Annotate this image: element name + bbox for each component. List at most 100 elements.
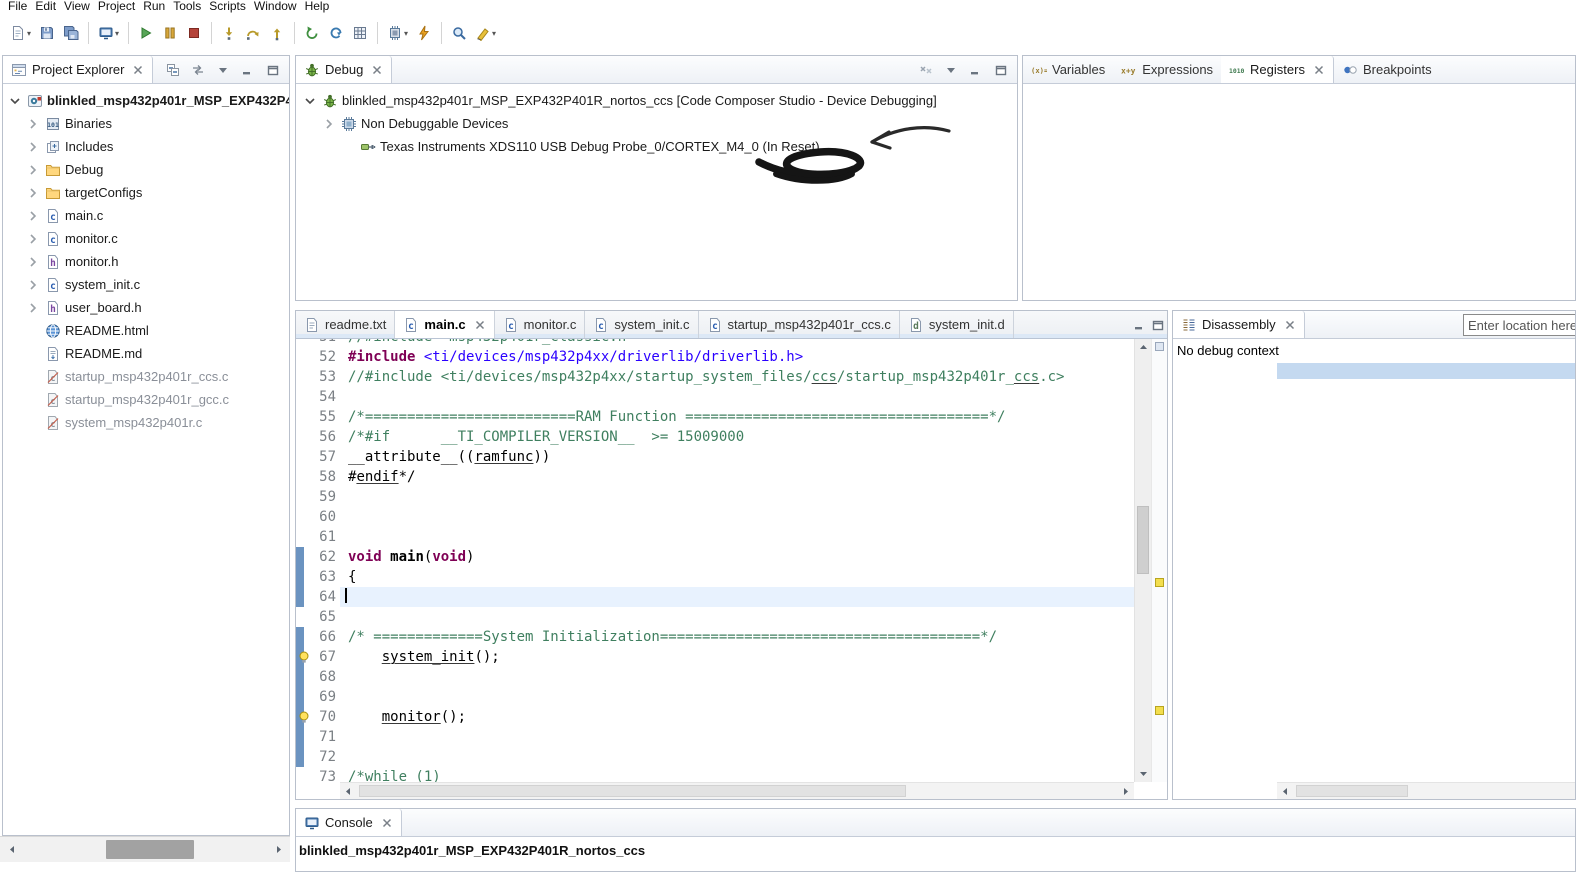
menu-view[interactable]: View xyxy=(64,0,98,13)
chevron-expanded-icon[interactable] xyxy=(7,93,23,109)
chevron-collapsed-icon[interactable] xyxy=(25,300,41,316)
suspend-button[interactable] xyxy=(158,21,182,45)
step-into-button[interactable] xyxy=(217,21,241,45)
code-line-67[interactable]: 67 system_init(); xyxy=(296,647,1134,667)
tree-item-debug[interactable]: Debug xyxy=(3,158,289,181)
close-icon[interactable] xyxy=(1284,319,1296,331)
code-line-59[interactable]: 59 xyxy=(296,487,1134,507)
chevron-collapsed-icon[interactable] xyxy=(25,185,41,201)
chevron-collapsed-icon[interactable] xyxy=(25,231,41,247)
menu-help[interactable]: Help xyxy=(305,0,338,13)
menu-file[interactable]: File xyxy=(8,0,35,13)
code-line-57[interactable]: 57 __attribute__((ramfunc)) xyxy=(296,447,1134,467)
warning-marker[interactable] xyxy=(1155,706,1164,715)
save-all-button[interactable] xyxy=(59,21,83,45)
tree-item-readme-html[interactable]: README.html xyxy=(3,319,289,342)
tree-item-project[interactable]: blinkled_msp432p401r_MSP_EXP432P401R_nor… xyxy=(3,89,289,112)
tree-item-user-board-h[interactable]: h user_board.h xyxy=(3,296,289,319)
close-icon[interactable] xyxy=(371,64,383,76)
code-line-71[interactable]: 71 xyxy=(296,727,1134,747)
chevron-collapsed-icon[interactable] xyxy=(25,277,41,293)
target-config-button[interactable]: ▾ xyxy=(383,21,412,45)
close-icon[interactable] xyxy=(1313,64,1325,76)
code-line-70[interactable]: 70 monitor(); xyxy=(296,707,1134,727)
maximize-icon[interactable] xyxy=(264,61,282,79)
tree-item-includes[interactable]: Includes xyxy=(3,135,289,158)
scroll-left-arrow-icon[interactable] xyxy=(1277,783,1294,799)
link-with-editor-icon[interactable] xyxy=(189,61,207,79)
step-return-button[interactable] xyxy=(265,21,289,45)
editor-tab-main-c[interactable]: c main.c xyxy=(395,311,495,338)
remove-terminated-icon[interactable] xyxy=(917,61,935,79)
code-editor[interactable]: 51//#include "msp432p401r_classic.h"52#i… xyxy=(296,339,1167,799)
search-button[interactable] xyxy=(447,21,471,45)
tab-disassembly[interactable]: Disassembly xyxy=(1173,311,1305,338)
editor-horizontal-scrollbar[interactable] xyxy=(340,782,1134,799)
tree-item-system-init-c[interactable]: c system_init.c xyxy=(3,273,289,296)
debug-session-row[interactable]: blinkled_msp432p401r_MSP_EXP432P401R_nor… xyxy=(296,89,1017,112)
tab-variables[interactable]: (x)= Variables xyxy=(1023,56,1113,83)
code-line-61[interactable]: 61 xyxy=(296,527,1134,547)
minimize-icon[interactable] xyxy=(239,61,257,79)
chevron-collapsed-icon[interactable] xyxy=(321,116,337,132)
highlighter-button[interactable]: ▾ xyxy=(471,21,500,45)
close-icon[interactable] xyxy=(474,319,486,331)
chevron-collapsed-icon[interactable] xyxy=(25,254,41,270)
open-console-button[interactable]: ▾ xyxy=(94,21,123,45)
scroll-left-arrow-icon[interactable] xyxy=(0,837,24,862)
tab-project-explorer[interactable]: Project Explorer xyxy=(3,56,154,83)
editor-tab-system-init-d[interactable]: d system_init.d xyxy=(900,311,1014,338)
new-file-button[interactable]: ▾ xyxy=(6,21,35,45)
scroll-thumb[interactable] xyxy=(1296,785,1409,797)
menu-run[interactable]: Run xyxy=(143,0,173,13)
menu-project[interactable]: Project xyxy=(98,0,143,13)
scroll-up-arrow-icon[interactable] xyxy=(1135,339,1152,356)
code-line-63[interactable]: 63 { xyxy=(296,567,1134,587)
overview-toggle[interactable] xyxy=(1155,342,1164,351)
warning-icon[interactable] xyxy=(297,650,311,670)
tree-item-startup-msp432p401r-ccs-c[interactable]: c startup_msp432p401r_ccs.c xyxy=(3,365,289,388)
code-line-66[interactable]: 66 /* =============System Initialization=… xyxy=(296,627,1134,647)
tree-item-targetconfigs[interactable]: targetConfigs xyxy=(3,181,289,204)
chevron-collapsed-icon[interactable] xyxy=(25,162,41,178)
editor-tab-system-init-c[interactable]: c system_init.c xyxy=(585,311,699,338)
chevron-collapsed-icon[interactable] xyxy=(25,139,41,155)
flash-button[interactable] xyxy=(412,21,436,45)
editor-vertical-scrollbar[interactable] xyxy=(1134,339,1151,782)
tab-registers[interactable]: 1010 Registers xyxy=(1221,56,1334,83)
scroll-right-arrow-icon[interactable] xyxy=(266,837,290,862)
editor-tab-readme-txt[interactable]: readme.txt xyxy=(296,311,396,338)
menu-tools[interactable]: Tools xyxy=(173,0,209,13)
menu-window[interactable]: Window xyxy=(254,0,305,13)
terminate-button[interactable] xyxy=(182,21,206,45)
code-line-55[interactable]: 55 /*=========================RAM Functio… xyxy=(296,407,1134,427)
scroll-thumb[interactable] xyxy=(359,785,907,797)
maximize-icon[interactable] xyxy=(992,61,1010,79)
project-explorer-hscrollbar[interactable] xyxy=(0,836,290,862)
code-line-68[interactable]: 68 xyxy=(296,667,1134,687)
code-line-53[interactable]: 53 //#include <ti/devices/msp432p4xx/star… xyxy=(296,367,1134,387)
tree-item-monitor-c[interactable]: c monitor.c xyxy=(3,227,289,250)
tree-item-main-c[interactable]: c main.c xyxy=(3,204,289,227)
collapse-all-icon[interactable] xyxy=(164,61,182,79)
menu-edit[interactable]: Edit xyxy=(35,0,64,13)
code-line-56[interactable]: 56 /*#if __TI_COMPILER_VERSION__ >= 15009… xyxy=(296,427,1134,447)
close-icon[interactable] xyxy=(132,64,144,76)
chevron-expanded-icon[interactable] xyxy=(302,93,318,109)
tree-item-startup-msp432p401r-gcc-c[interactable]: c startup_msp432p401r_gcc.c xyxy=(3,388,289,411)
code-line-62[interactable]: 62 void main(void) xyxy=(296,547,1134,567)
resume-button[interactable] xyxy=(134,21,158,45)
close-icon[interactable] xyxy=(381,817,393,829)
view-memory-button[interactable] xyxy=(348,21,372,45)
scroll-right-arrow-icon[interactable] xyxy=(1117,783,1134,799)
code-line-72[interactable]: 72 xyxy=(296,747,1134,767)
warning-marker[interactable] xyxy=(1155,578,1164,587)
tab-breakpoints[interactable]: Breakpoints xyxy=(1334,56,1440,83)
maximize-icon[interactable] xyxy=(1149,316,1167,334)
code-line-69[interactable]: 69 xyxy=(296,687,1134,707)
debug-tree-row-texas-instruments-xds110-usb-d[interactable]: Texas Instruments XDS110 USB Debug Probe… xyxy=(296,135,1017,158)
view-menu-icon[interactable] xyxy=(214,61,232,79)
chevron-collapsed-icon[interactable] xyxy=(25,116,41,132)
code-line-54[interactable]: 54 xyxy=(296,387,1134,407)
code-line-60[interactable]: 60 xyxy=(296,507,1134,527)
